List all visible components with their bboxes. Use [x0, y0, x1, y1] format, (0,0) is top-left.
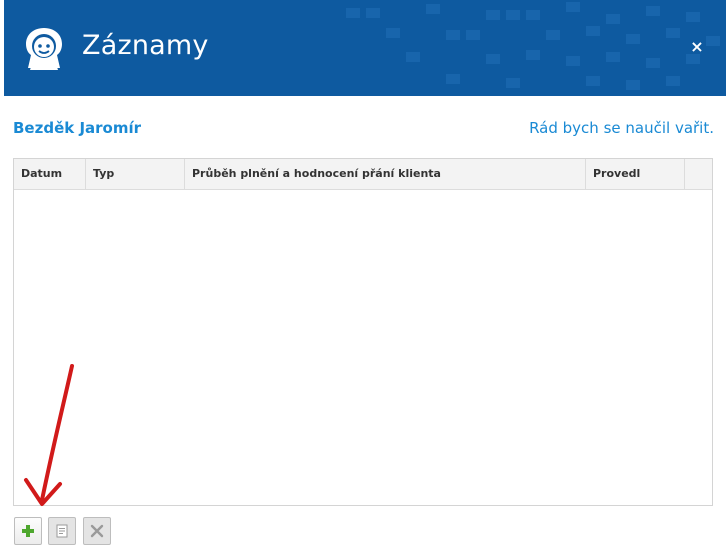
- table-header: Datum Typ Průběh plnění a hodnocení přán…: [14, 159, 712, 190]
- plus-icon: [22, 525, 34, 537]
- column-header-provedl[interactable]: Provedl: [586, 159, 685, 189]
- add-record-button[interactable]: [14, 517, 42, 545]
- document-icon: [56, 524, 68, 538]
- column-header-datum[interactable]: Datum: [14, 159, 86, 189]
- window-title: Záznamy: [82, 30, 209, 61]
- column-header-extra: [685, 159, 712, 189]
- header-pattern: [346, 2, 720, 90]
- client-wish: Rád bych se naučil vařit.: [529, 119, 714, 137]
- close-button[interactable]: ×: [688, 38, 706, 56]
- column-header-prubeh[interactable]: Průběh plnění a hodnocení přání klienta: [185, 159, 586, 189]
- edit-record-button[interactable]: [48, 517, 76, 545]
- records-table: Datum Typ Průběh plnění a hodnocení přán…: [13, 158, 713, 506]
- close-x-icon: [90, 524, 104, 538]
- column-header-typ[interactable]: Typ: [86, 159, 185, 189]
- delete-record-button[interactable]: [83, 517, 111, 545]
- client-avatar-icon: [26, 28, 62, 70]
- window-header: Záznamy ×: [4, 0, 726, 96]
- client-name: Bezděk Jaromír: [13, 119, 142, 137]
